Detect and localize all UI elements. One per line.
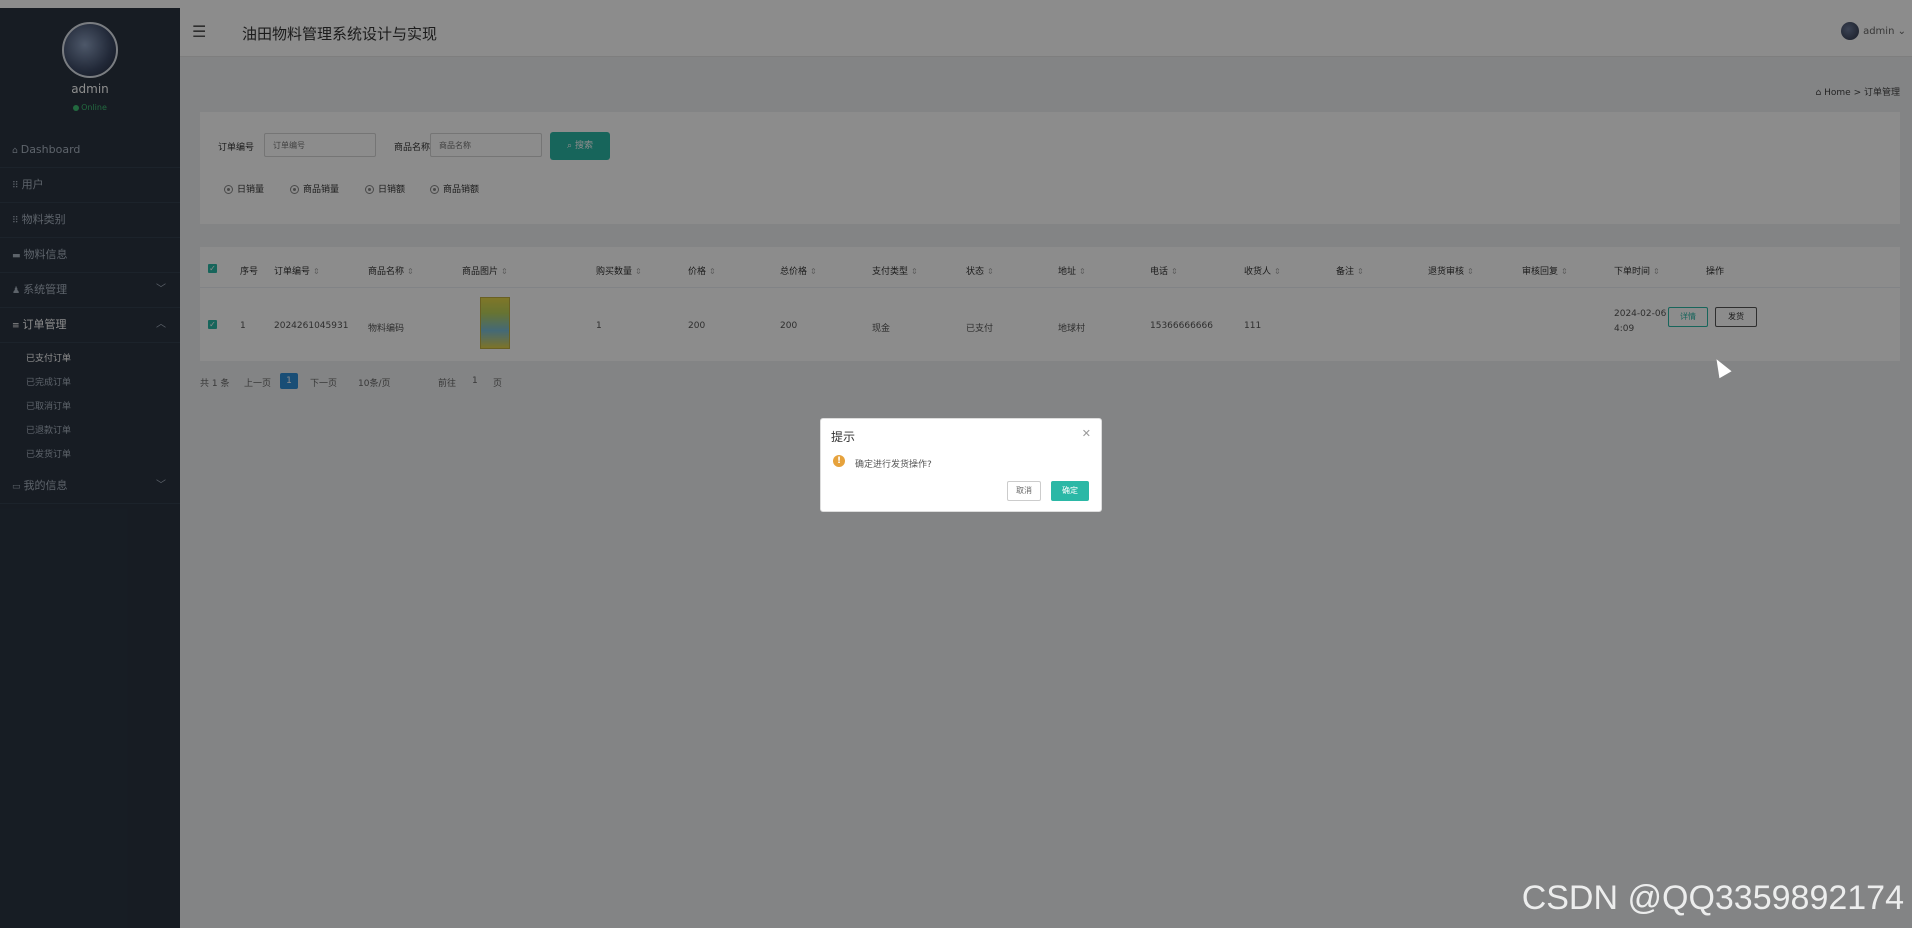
watermark: CSDN @QQ3359892174	[1521, 879, 1904, 917]
confirm-button[interactable]: 确定	[1051, 481, 1089, 501]
dialog-title: 提示	[831, 430, 856, 444]
cancel-button[interactable]: 取消	[1007, 481, 1041, 501]
dialog-message: 确定进行发货操作?	[855, 460, 932, 470]
close-icon[interactable]: ✕	[1082, 427, 1091, 440]
confirm-dialog: 提示 ✕ ! 确定进行发货操作? 取消 确定	[820, 418, 1102, 512]
warning-icon: !	[833, 455, 845, 467]
